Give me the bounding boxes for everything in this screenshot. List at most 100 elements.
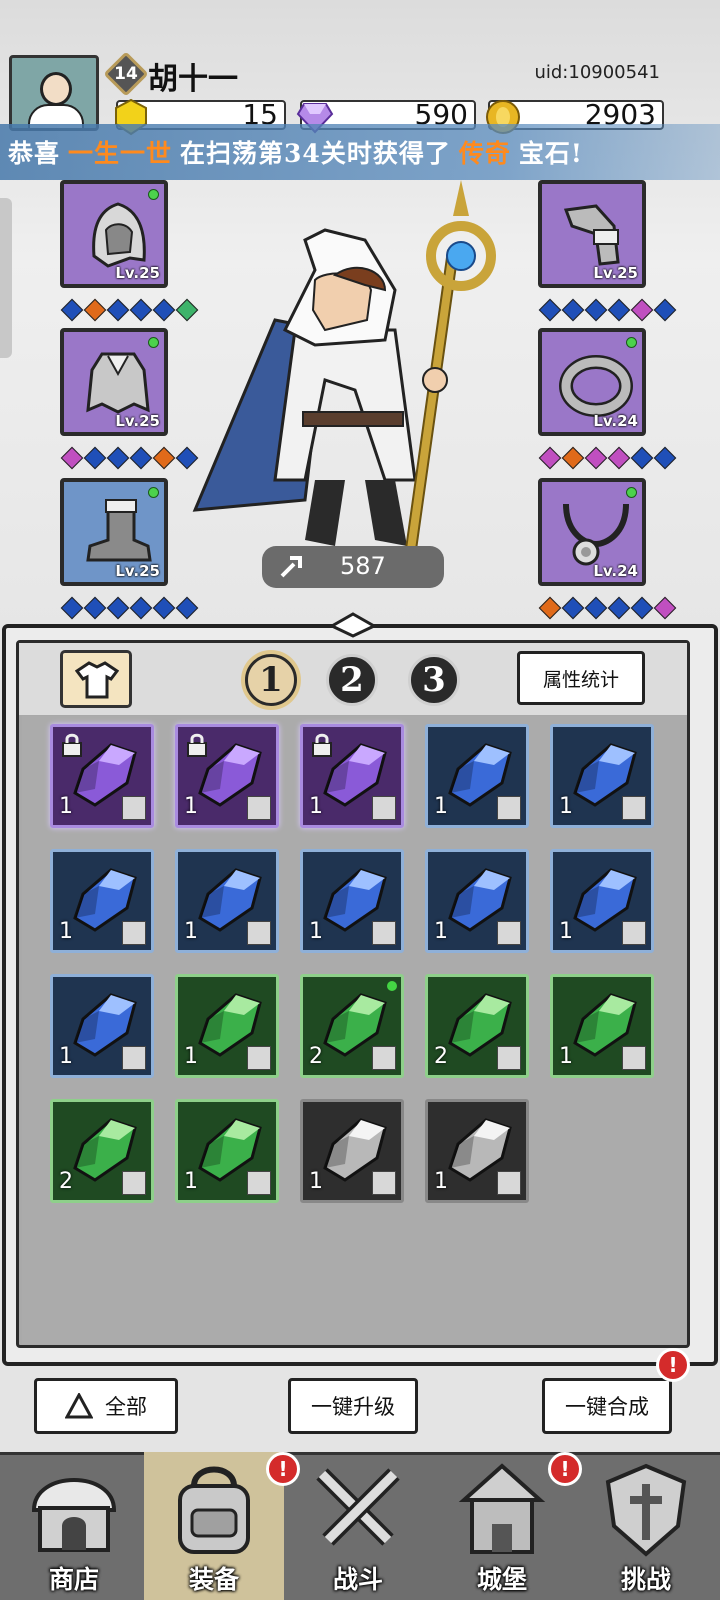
page-tab-2[interactable]: 2	[326, 654, 378, 706]
castle-icon	[458, 1463, 546, 1554]
gem-count: 1	[184, 794, 198, 819]
merge-all-button[interactable]: 一键合成	[542, 1378, 672, 1434]
gem-item[interactable]: 1	[175, 849, 279, 953]
gem-socket	[60, 446, 84, 470]
gem-socket	[653, 298, 677, 322]
gem-item[interactable]: 1	[300, 724, 404, 828]
gem-socket	[607, 298, 631, 322]
necklace-slot-icon	[122, 1046, 146, 1070]
gem-count: 1	[434, 1169, 448, 1194]
gem-item[interactable]: 1	[550, 974, 654, 1078]
crossed-swords-icon	[316, 1468, 400, 1546]
gem-count: 1	[559, 919, 573, 944]
gem-count: 1	[309, 1169, 323, 1194]
bracer-slot-icon	[372, 921, 396, 945]
page-tab-3[interactable]: 3	[408, 654, 460, 706]
gem-count: 1	[184, 1044, 198, 1069]
equip-slot-hood[interactable]: Lv.25	[60, 180, 168, 288]
gem-count: 1	[59, 1044, 73, 1069]
gem-socket	[83, 596, 107, 620]
player-name: 胡十一	[148, 62, 238, 97]
gem-sockets-cape	[60, 446, 199, 470]
triangle-up-icon	[65, 1393, 93, 1419]
gem-socket	[60, 298, 84, 322]
gem-count: 1	[559, 794, 573, 819]
gem-socket	[152, 446, 176, 470]
equipment-filter-button[interactable]	[60, 650, 132, 708]
ring-slot-icon	[497, 796, 521, 820]
gem-count: 1	[434, 794, 448, 819]
banner-middle: 在扫荡第34关时获得了	[180, 139, 451, 168]
gem-item[interactable]: 1	[50, 849, 154, 953]
gem-item[interactable]: 1	[300, 849, 404, 953]
equip-slot-necklace[interactable]: Lv.24	[538, 478, 646, 586]
gem-sockets-necklace	[538, 596, 677, 620]
gem-socket	[561, 596, 585, 620]
side-drawer-handle[interactable]	[0, 198, 12, 358]
nav-label: 挑战	[620, 1565, 671, 1594]
bracer-slot-icon	[247, 921, 271, 945]
nav-battle[interactable]: 战斗	[288, 1452, 428, 1600]
cape-slot-icon	[622, 796, 646, 820]
nav-shop[interactable]: 商店	[4, 1452, 144, 1600]
attribute-stats-button[interactable]: 属性统计	[517, 651, 645, 705]
new-indicator	[148, 189, 159, 200]
gem-item[interactable]: 1	[175, 1099, 279, 1203]
equip-slot-boots[interactable]: Lv.25	[60, 478, 168, 586]
gem-item[interactable]: 1	[300, 1099, 404, 1203]
combat-power-badge: 587	[262, 546, 444, 588]
gem-socket	[152, 596, 176, 620]
gem-count: 1	[184, 919, 198, 944]
gem-item[interactable]: 2	[425, 974, 529, 1078]
gem-item[interactable]: 1	[425, 849, 529, 953]
new-indicator	[387, 981, 397, 991]
gem-socket	[561, 446, 585, 470]
equip-slot-bracer[interactable]: Lv.25	[538, 180, 646, 288]
gem-item[interactable]: 1	[175, 974, 279, 1078]
gem-socket	[630, 446, 654, 470]
new-indicator	[148, 487, 159, 498]
equip-slot-cape[interactable]: Lv.25	[60, 328, 168, 436]
equip-level: Lv.25	[593, 264, 638, 282]
filter-all-button[interactable]: 全部	[34, 1378, 178, 1434]
banner-suffix: 宝石!	[518, 139, 583, 168]
nav-challenge[interactable]: 挑战	[576, 1452, 716, 1600]
filter-all-label: 全部	[105, 1395, 147, 1419]
new-indicator	[626, 337, 637, 348]
gem-count: 1	[184, 1169, 198, 1194]
gem-count: 1	[309, 919, 323, 944]
gem-socket	[538, 298, 562, 322]
gem-item[interactable]: 2	[300, 974, 404, 1078]
ring-slot-icon	[122, 1171, 146, 1195]
equip-level: Lv.24	[593, 562, 638, 580]
upgrade-all-button[interactable]: 一键升级	[288, 1378, 418, 1434]
nav-label: 装备	[188, 1565, 239, 1594]
player-avatar[interactable]	[9, 55, 99, 131]
gem-socket	[630, 298, 654, 322]
gem-sockets-boots	[60, 596, 199, 620]
gem-item[interactable]: 1	[550, 724, 654, 828]
new-indicator	[626, 487, 637, 498]
gem-item[interactable]: 2	[50, 1099, 154, 1203]
necklace-slot-icon	[247, 796, 271, 820]
nav-equipment[interactable]: 装备	[144, 1452, 284, 1600]
gem-item[interactable]: 1	[550, 849, 654, 953]
gem-item[interactable]: 1	[50, 724, 154, 828]
boots-slot-icon	[372, 1171, 396, 1195]
equip-level: Lv.25	[115, 264, 160, 282]
gem-item[interactable]: 1	[175, 724, 279, 828]
necklace-slot-icon	[497, 1171, 521, 1195]
equip-slot-ring[interactable]: Lv.24	[538, 328, 646, 436]
gem-socket	[83, 298, 107, 322]
page-tab-1[interactable]: 1	[245, 654, 297, 706]
gem-item[interactable]: 1	[425, 1099, 529, 1203]
avatar-face	[40, 72, 72, 106]
gem-socket	[60, 596, 84, 620]
gem-socket	[630, 596, 654, 620]
announcement-banner: 恭喜 一生一世 在扫荡第34关时获得了 传奇 宝石!	[0, 124, 720, 180]
bracer-slot-icon	[122, 921, 146, 945]
banner-prefix: 恭喜	[8, 139, 61, 168]
necklace-slot-icon	[372, 796, 396, 820]
gem-item[interactable]: 1	[50, 974, 154, 1078]
gem-item[interactable]: 1	[425, 724, 529, 828]
